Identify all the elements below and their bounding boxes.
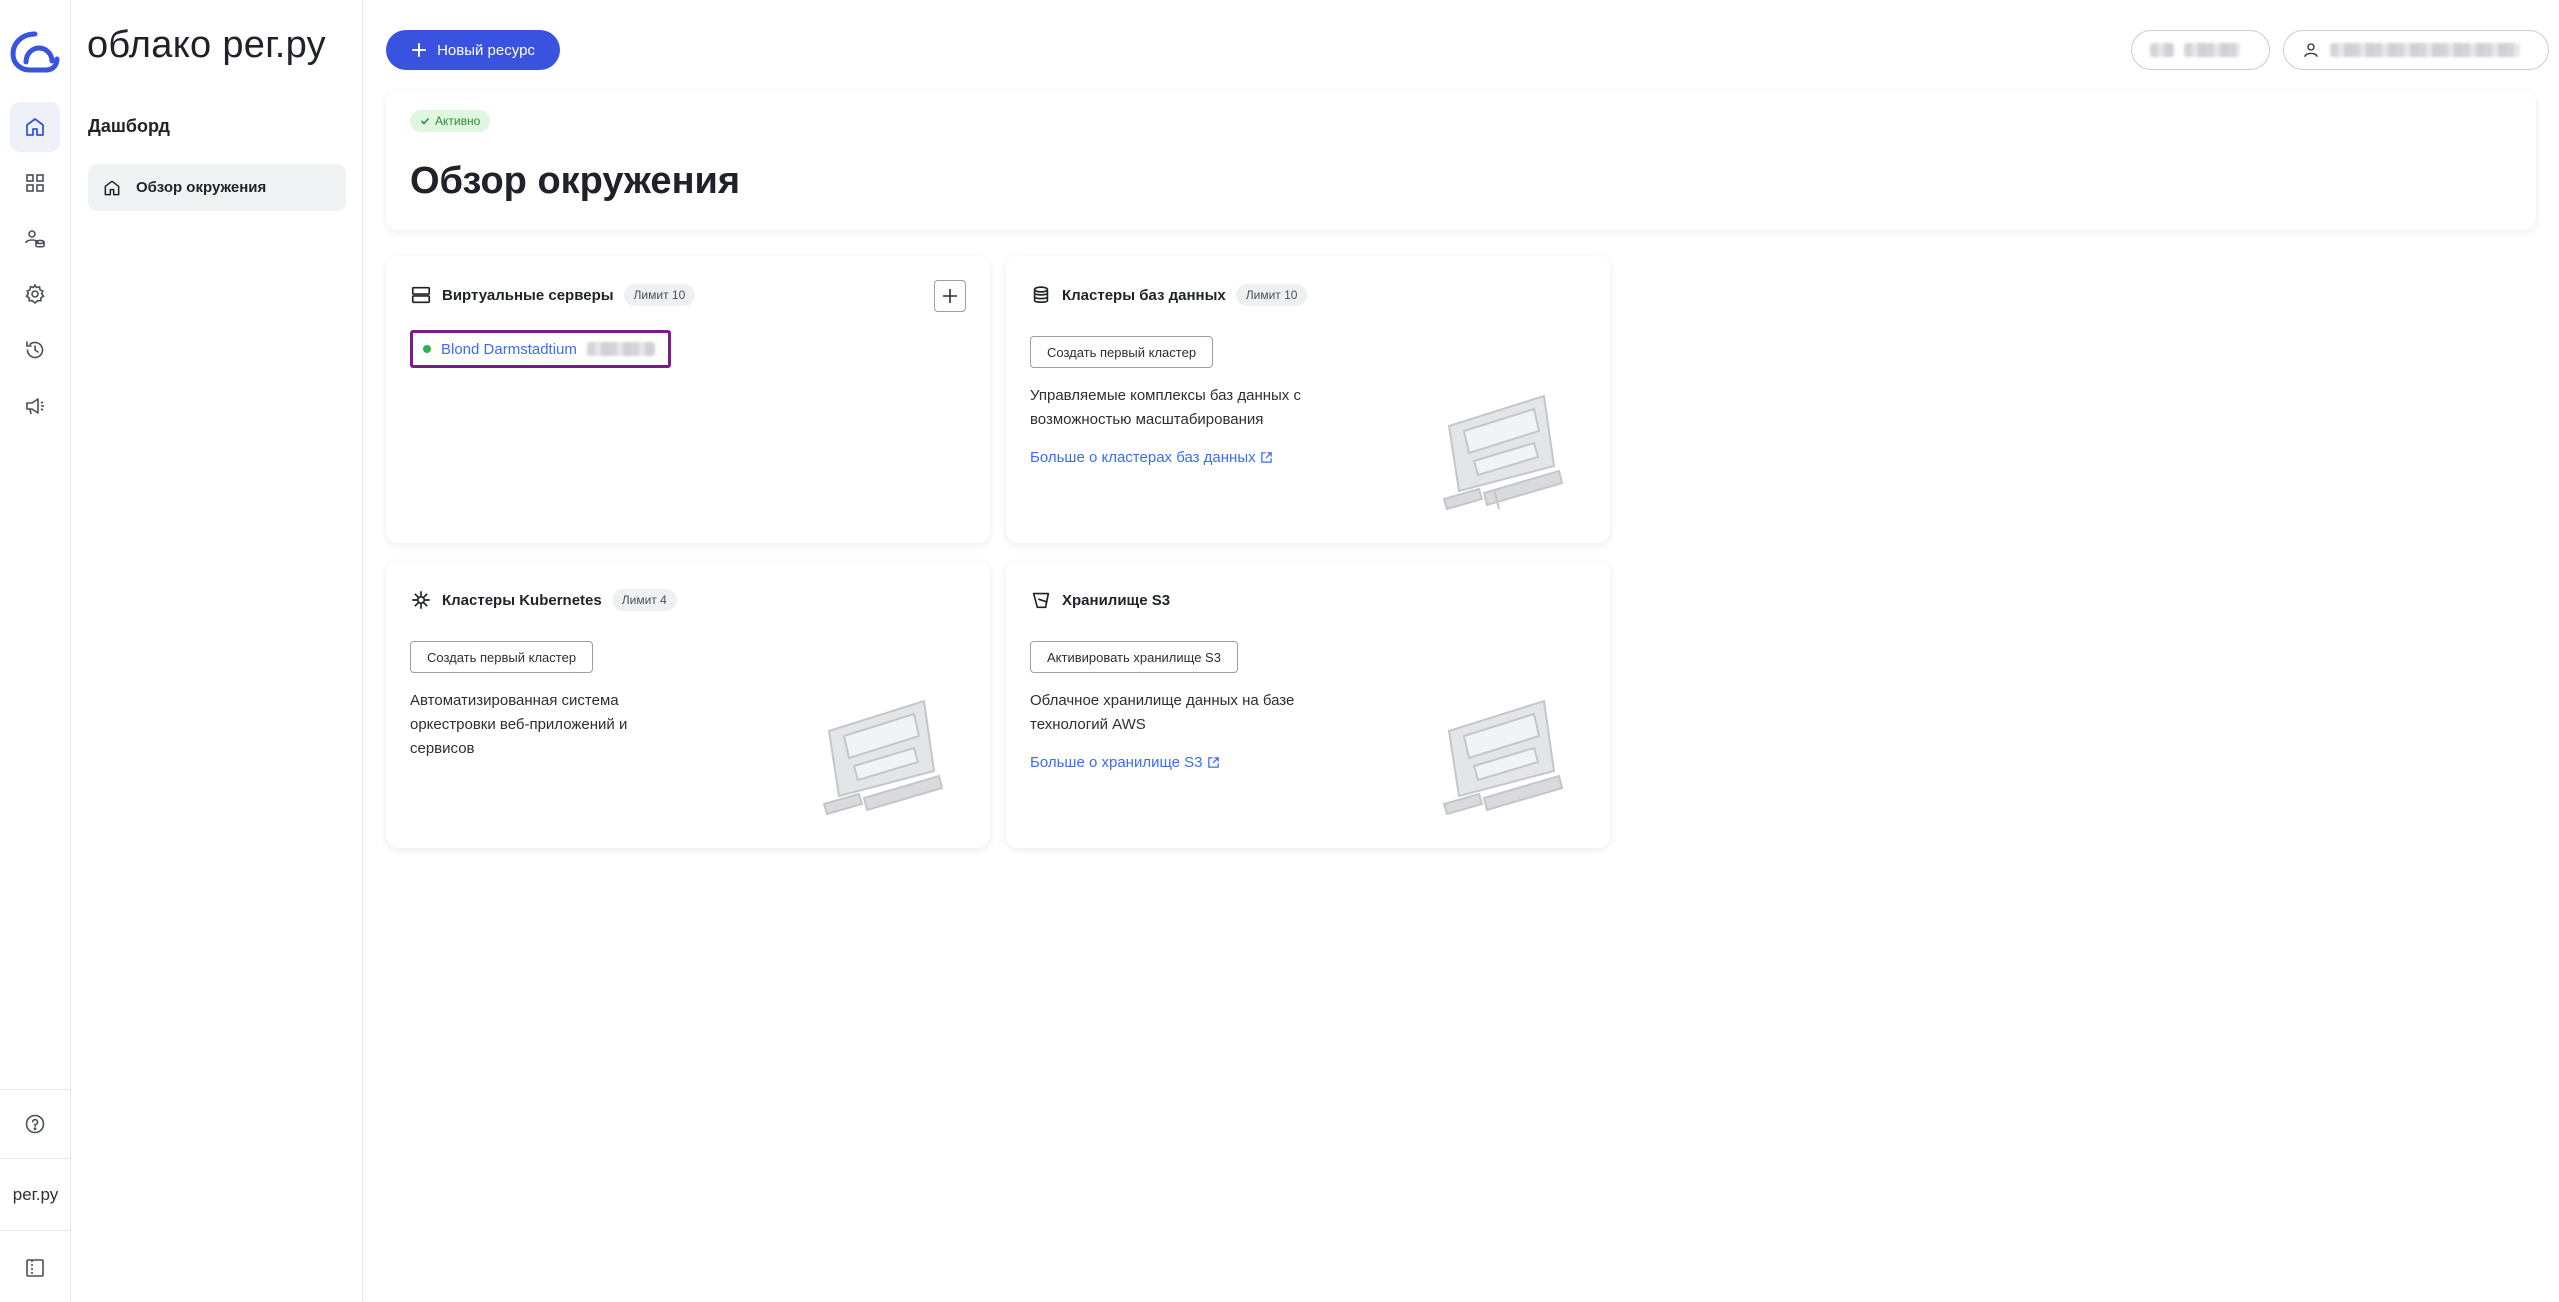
regru-link[interactable]: рег.ру xyxy=(0,1185,71,1205)
rail-settings-button[interactable] xyxy=(10,269,60,319)
server-list-item[interactable]: Blond Darmstadtium xyxy=(410,330,671,368)
home-icon xyxy=(104,180,120,195)
card-title: Хранилище S3 xyxy=(1062,591,1171,609)
card-title: Кластеры Kubernetes xyxy=(442,591,602,609)
page-title: Обзор окружения xyxy=(410,160,741,202)
plus-icon xyxy=(412,43,427,57)
add-server-button[interactable] xyxy=(934,280,966,312)
link-label: Больше о хранилище S3 xyxy=(1030,754,1203,771)
sidebar: облако рег.ру Дашборд Обзор окружения xyxy=(71,0,363,1302)
limit-badge: Лимит 10 xyxy=(623,284,696,306)
sidebar-item-label: Обзор окружения xyxy=(136,179,267,196)
card-virtual-servers: Виртуальные серверы Лимит 10 Blond Darms… xyxy=(386,256,990,543)
placeholder-illustration xyxy=(1442,699,1564,816)
rail-home-button[interactable] xyxy=(10,102,60,152)
sidebar-section-title: Дашборд xyxy=(88,116,170,136)
bucket-icon xyxy=(1032,592,1050,609)
database-icon xyxy=(1033,286,1049,304)
limit-badge: Лимит 10 xyxy=(1235,284,1308,306)
create-db-cluster-button[interactable]: Создать первый кластер xyxy=(1030,336,1214,368)
server-icon xyxy=(411,286,431,304)
account-redacted xyxy=(2330,43,2520,57)
s3-learn-more-link[interactable]: Больше о хранилище S3 xyxy=(1030,754,1220,771)
activate-s3-button[interactable]: Активировать хранилище S3 xyxy=(1030,641,1238,673)
kubernetes-icon xyxy=(412,591,430,609)
limit-badge: Лимит 4 xyxy=(611,589,677,611)
card-db-clusters: Кластеры баз данных Лимит 10 Создать пер… xyxy=(1006,256,1610,543)
card-title: Виртуальные серверы xyxy=(442,286,614,304)
help-icon xyxy=(25,1114,45,1134)
db-learn-more-link[interactable]: Больше о кластерах баз данных xyxy=(1030,449,1273,466)
plus-icon xyxy=(943,289,957,303)
server-name[interactable]: Blond Darmstadtium xyxy=(441,341,577,358)
balance-pill[interactable] xyxy=(2131,30,2270,70)
rail-billing-button[interactable] xyxy=(10,214,60,264)
placeholder-illustration xyxy=(822,699,944,816)
external-link-icon xyxy=(1207,757,1219,768)
home-icon xyxy=(26,118,44,136)
card-description: Облачное хранилище данных на базе технол… xyxy=(1030,692,1295,733)
external-link-icon xyxy=(1260,452,1272,463)
card-kubernetes-clusters: Кластеры Kubernetes Лимит 4 Создать перв… xyxy=(386,561,990,848)
check-icon xyxy=(420,117,430,125)
icon-rail: рег.ру xyxy=(0,0,71,1302)
account-pill[interactable] xyxy=(2283,30,2549,70)
card-description: Автоматизированная система оркестровки в… xyxy=(410,692,628,757)
rail-resources-button[interactable] xyxy=(10,158,60,208)
link-label: Больше о кластерах баз данных xyxy=(1030,449,1256,466)
collapse-sidebar-button[interactable] xyxy=(10,1243,60,1293)
card-header: Виртуальные серверы Лимит 10 xyxy=(410,284,696,306)
environment-header: Активно Обзор окружения xyxy=(386,90,2536,230)
create-k8s-cluster-button[interactable]: Создать первый кластер xyxy=(410,641,594,673)
card-description: Управляемые комплексы баз данных с возмо… xyxy=(1030,387,1301,428)
sidebar-item-overview[interactable]: Обзор окружения xyxy=(88,164,346,211)
brand-title[interactable]: облако рег.ру xyxy=(87,24,326,67)
card-header: Кластеры Kubernetes Лимит 4 xyxy=(410,589,677,611)
balance-redacted xyxy=(2150,43,2174,57)
rail-divider xyxy=(0,1230,71,1231)
card-s3-storage: Хранилище S3 Активировать хранилище S3 О… xyxy=(1006,561,1610,848)
new-resource-button[interactable]: Новый ресурс xyxy=(386,30,560,70)
user-icon xyxy=(2304,43,2318,57)
balance-redacted xyxy=(2184,43,2240,57)
rail-help-button[interactable] xyxy=(10,1099,60,1149)
card-header: Хранилище S3 xyxy=(1030,589,1170,611)
user-coins-icon xyxy=(25,230,45,248)
grid-icon xyxy=(26,174,44,192)
status-badge: Активно xyxy=(410,110,491,132)
placeholder-illustration xyxy=(1442,394,1564,511)
card-title: Кластеры баз данных xyxy=(1062,286,1226,304)
history-icon xyxy=(26,341,44,359)
cloud-logo-icon[interactable] xyxy=(8,28,62,76)
rail-divider xyxy=(0,1089,71,1090)
card-header: Кластеры баз данных Лимит 10 xyxy=(1030,284,1308,306)
new-resource-label: Новый ресурс xyxy=(437,41,535,59)
rail-history-button[interactable] xyxy=(10,325,60,375)
status-badge-label: Активно xyxy=(435,114,481,128)
rail-divider xyxy=(0,1158,71,1159)
gear-icon xyxy=(25,283,45,305)
rail-news-button[interactable] xyxy=(10,381,60,431)
server-name-redacted xyxy=(586,342,655,356)
server-status-dot xyxy=(423,345,431,353)
megaphone-icon xyxy=(26,398,44,415)
sidebar-toggle-icon xyxy=(26,1259,44,1277)
